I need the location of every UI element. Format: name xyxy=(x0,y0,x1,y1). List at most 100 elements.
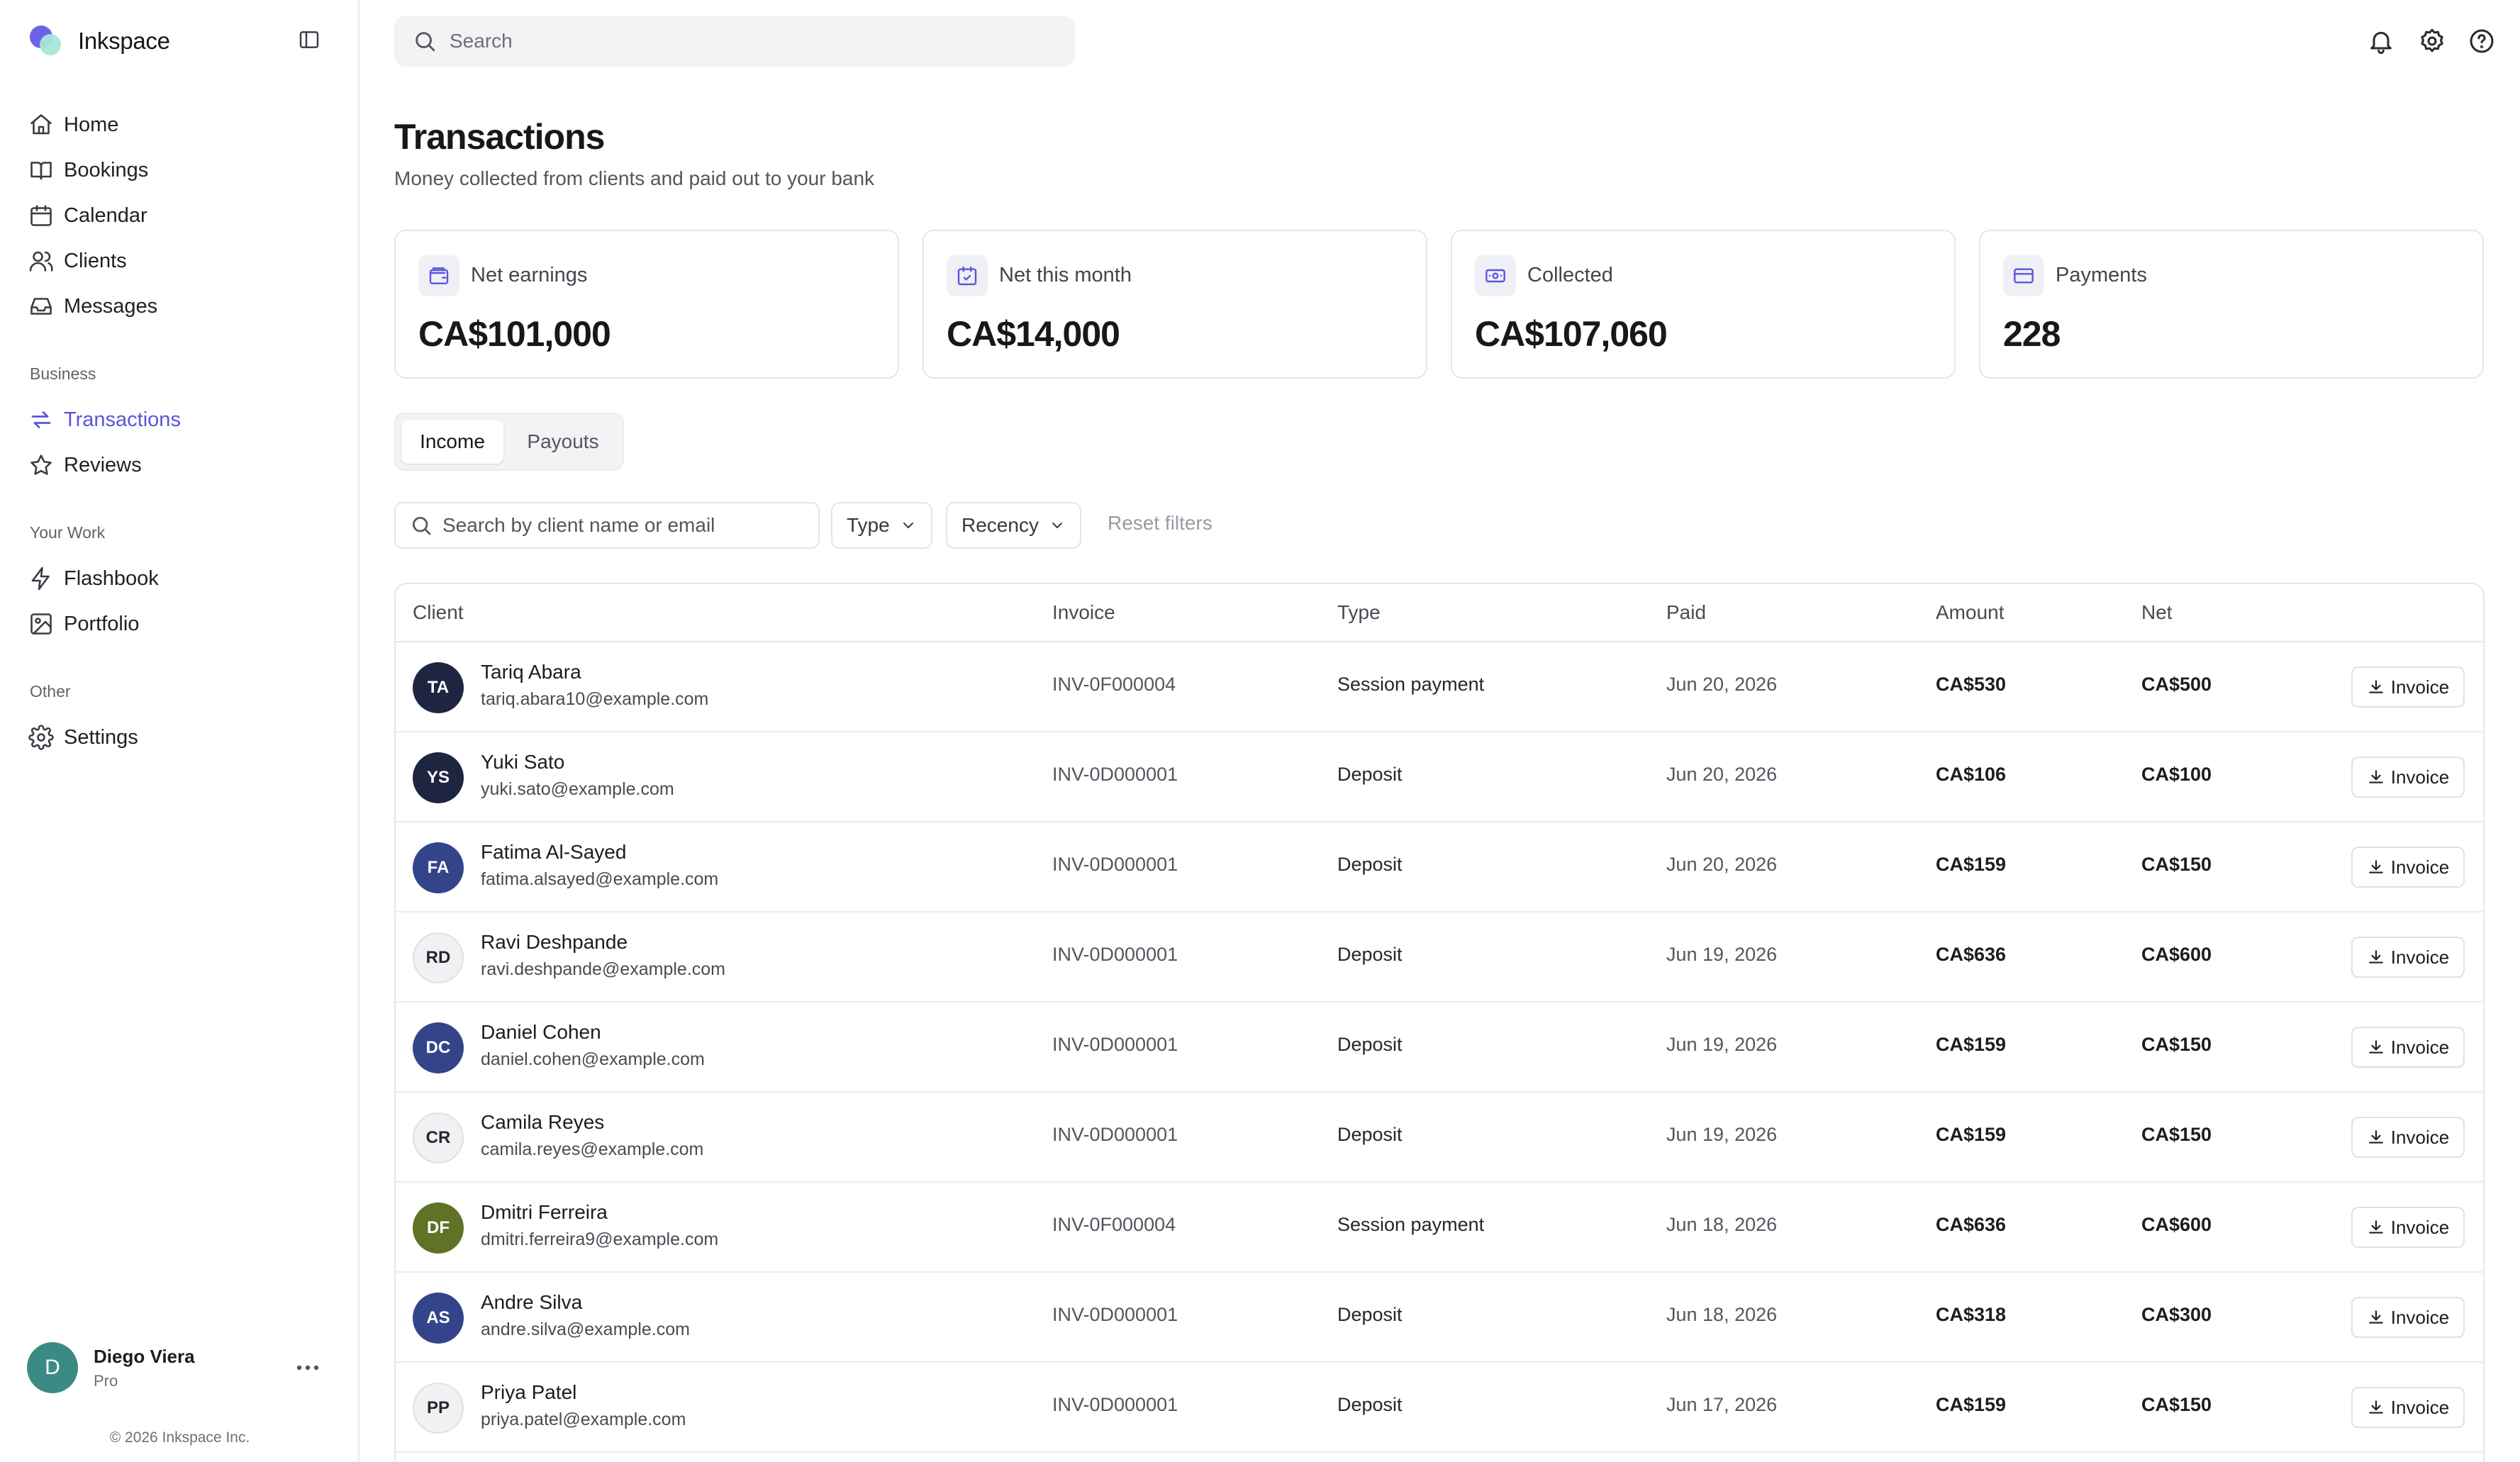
download-invoice-button[interactable]: Invoice xyxy=(2351,1027,2465,1068)
chevron-down-icon xyxy=(903,523,913,528)
sidebar-item-label: Flashbook xyxy=(64,567,159,590)
avatar: D xyxy=(27,1342,78,1393)
star-icon xyxy=(30,454,52,475)
bolt-icon xyxy=(31,567,50,591)
client-name: Daniel Cohen xyxy=(481,1021,601,1043)
table-row[interactable]: PP Priya Patel priya.patel@example.com INV-… xyxy=(396,1363,2483,1453)
download-invoice-button[interactable]: Invoice xyxy=(2351,937,2465,978)
sidebar-item-portfolio[interactable]: Portfolio xyxy=(28,604,139,644)
transaction-type: Session payment xyxy=(1337,674,1485,695)
transaction-type: Deposit xyxy=(1337,1034,1403,1055)
page-subtitle: Money collected from clients and paid ou… xyxy=(394,167,875,189)
recency-filter-dropdown[interactable]: Recency xyxy=(946,502,1081,549)
sidebar-item-bookings[interactable]: Bookings xyxy=(28,150,148,190)
download-invoice-button[interactable]: Invoice xyxy=(2351,847,2465,888)
user-info: Diego Viera Pro xyxy=(94,1346,195,1390)
transactions-table: Client Invoice Type Paid Amount Net TA Ta… xyxy=(394,583,2485,1462)
tab-income[interactable]: Income xyxy=(401,420,503,464)
download-invoice-button[interactable]: Invoice xyxy=(2351,757,2465,798)
sidebar-item-messages[interactable]: Messages xyxy=(28,286,157,326)
client-email: dmitri.ferreira9@example.com xyxy=(481,1229,719,1249)
column-header-paid[interactable]: Paid xyxy=(1666,601,1706,624)
download-icon xyxy=(2369,1040,2383,1054)
net-amount: CA$300 xyxy=(2141,1304,2212,1325)
sidebar-item-flashbook[interactable]: Flashbook xyxy=(28,559,159,598)
download-invoice-button[interactable]: Invoice xyxy=(2351,1207,2465,1248)
bell-icon[interactable] xyxy=(2367,27,2395,55)
user-profile[interactable]: D Diego Viera Pro xyxy=(27,1341,332,1394)
amount: CA$159 xyxy=(1936,1394,2007,1415)
invoice-button-label: Invoice xyxy=(2390,946,2450,968)
sidebar-item-label: Settings xyxy=(64,725,138,749)
stat-label: Net earnings xyxy=(471,264,588,286)
table-row[interactable]: TA Tariq Abara tariq.abara10@example.com IN… xyxy=(396,642,2483,732)
sidebar-item-settings[interactable]: Settings xyxy=(28,718,138,757)
amount: CA$636 xyxy=(1936,1214,2007,1235)
transaction-type: Deposit xyxy=(1337,1394,1403,1415)
client-email: priya.patel@example.com xyxy=(481,1410,686,1429)
net-amount: CA$150 xyxy=(2141,1394,2212,1415)
table-row[interactable]: AS Andre Silva andre.silva@example.com INV-… xyxy=(396,1273,2483,1363)
download-invoice-button[interactable]: Invoice xyxy=(2351,1297,2465,1338)
search-input[interactable] xyxy=(450,30,1059,52)
column-header-net[interactable]: Net xyxy=(2141,601,2173,624)
tab-payouts[interactable]: Payouts xyxy=(509,420,617,464)
table-row[interactable]: CR Camila Reyes camila.reyes@example.com IN… xyxy=(396,1093,2483,1183)
book-icon xyxy=(30,162,52,180)
invoice-number: INV-0F000004 xyxy=(1052,674,1176,695)
more-options-icon[interactable] xyxy=(294,1357,322,1378)
brand[interactable]: Inkspace xyxy=(28,24,170,58)
column-header-type[interactable]: Type xyxy=(1337,601,1381,624)
net-amount: CA$150 xyxy=(2141,1124,2212,1145)
paid-date: Jun 18, 2026 xyxy=(1666,1214,1778,1235)
table-row[interactable]: YS Yuki Sato yuki.sato@example.com INV-0D00… xyxy=(396,732,2483,822)
paid-date: Jun 20, 2026 xyxy=(1666,764,1778,785)
gear-icon xyxy=(28,725,54,750)
app-name: Inkspace xyxy=(78,28,170,54)
stat-card-net-earnings: Net earnings CA$101,000 xyxy=(394,230,899,379)
invoice-number: INV-0D000001 xyxy=(1052,854,1178,875)
sidebar-item-calendar[interactable]: Calendar xyxy=(28,196,147,235)
settings-gear-icon[interactable] xyxy=(2418,27,2446,55)
client-email: daniel.cohen@example.com xyxy=(481,1049,705,1069)
help-icon[interactable] xyxy=(2468,27,2496,55)
sidebar-item-clients[interactable]: Clients xyxy=(28,241,127,281)
stat-value: CA$101,000 xyxy=(418,314,611,354)
net-amount: CA$100 xyxy=(2141,764,2212,785)
table-row[interactable]: DF Dmitri Ferreira dmitri.ferreira9@exampl… xyxy=(396,1183,2483,1273)
client-search[interactable] xyxy=(394,502,820,549)
column-header-invoice[interactable]: Invoice xyxy=(1052,601,1115,624)
stat-card-collected: Collected CA$107,060 xyxy=(1451,230,1956,379)
table-row[interactable]: RD Ravi Deshpande ravi.deshpande@example.c… xyxy=(396,913,2483,1003)
type-filter-dropdown[interactable]: Type xyxy=(831,502,932,549)
sidebar-toggle-icon[interactable] xyxy=(298,28,320,51)
invoice-number: INV-0D000001 xyxy=(1052,944,1178,965)
download-invoice-button[interactable]: Invoice xyxy=(2351,1117,2465,1158)
invoice-button-label: Invoice xyxy=(2390,1126,2450,1148)
download-invoice-button[interactable]: Invoice xyxy=(2351,666,2465,708)
download-icon xyxy=(2369,860,2383,874)
client-search-input[interactable] xyxy=(442,514,811,537)
stat-label: Net this month xyxy=(999,264,1132,286)
column-header-amount[interactable]: Amount xyxy=(1936,601,2005,624)
sidebar-item-transactions[interactable]: Transactions xyxy=(28,400,181,440)
client-name: Dmitri Ferreira xyxy=(481,1201,608,1223)
credit-card-icon xyxy=(2003,255,2044,296)
download-invoice-button[interactable]: Invoice xyxy=(2351,1387,2465,1428)
paid-date: Jun 19, 2026 xyxy=(1666,1034,1778,1055)
avatar: DC xyxy=(413,1022,464,1073)
chevron-down-icon xyxy=(1052,523,1062,528)
reset-filters-button[interactable]: Reset filters xyxy=(1108,512,1212,535)
table-row[interactable]: DC Daniel Cohen daniel.cohen@example.com IN… xyxy=(396,1003,2483,1093)
invoice-button-label: Invoice xyxy=(2390,1396,2450,1418)
invoice-number: INV-0F000004 xyxy=(1052,1214,1176,1235)
invoice-number: INV-0D000001 xyxy=(1052,1124,1178,1145)
column-header-client[interactable]: Client xyxy=(413,601,464,624)
transaction-type: Deposit xyxy=(1337,854,1403,875)
table-row[interactable]: FA Fatima Al-Sayed fatima.alsayed@example.… xyxy=(396,822,2483,913)
sidebar-item-home[interactable]: Home xyxy=(28,105,118,145)
invoice-button-label: Invoice xyxy=(2390,676,2450,698)
sidebar-item-reviews[interactable]: Reviews xyxy=(28,445,142,485)
global-search[interactable] xyxy=(394,16,1075,67)
avatar: DF xyxy=(413,1202,464,1254)
